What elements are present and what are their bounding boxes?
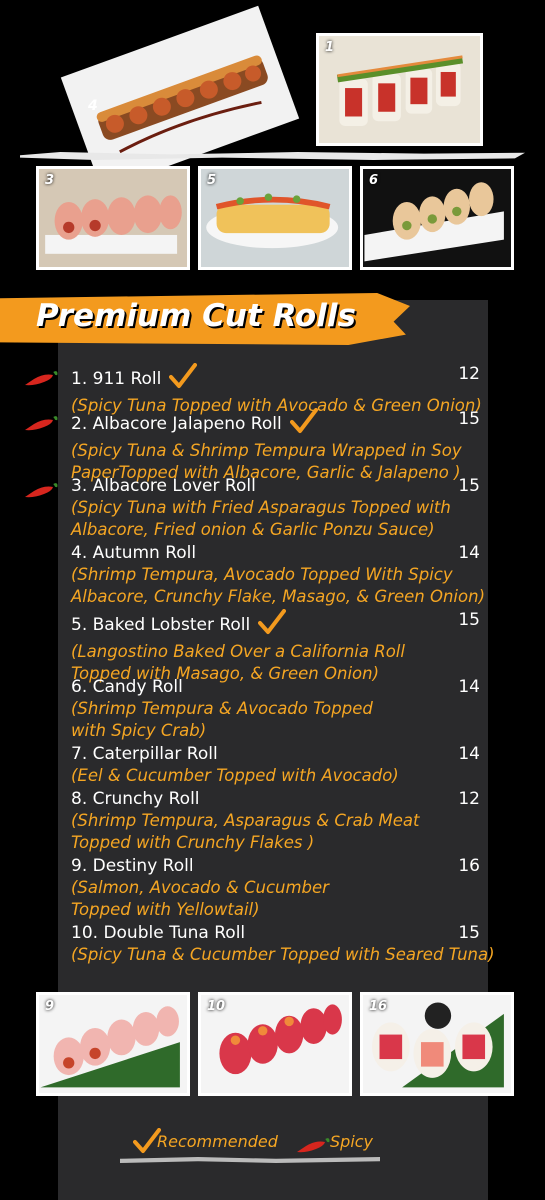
photo-roll-1: 1 — [316, 33, 483, 146]
item-name-text: 9. Destiny Roll — [71, 856, 194, 876]
item-description: (Langostino Baked Over a California Roll — [71, 642, 405, 661]
item-description: (Spicy Tuna with Fried Asparagus Topped … — [71, 498, 451, 517]
item-description: Topped with Yellowtail) — [71, 900, 260, 919]
recommended-check-icon — [289, 408, 318, 440]
photo-roll-3: 3 — [36, 166, 190, 270]
item-name: 4. Autumn Roll — [71, 542, 485, 564]
item-name-text: 10. Double Tuna Roll — [71, 923, 246, 943]
spicy-pepper-icon — [24, 481, 58, 505]
item-name: 1. 911 Roll — [71, 363, 485, 395]
menu-item: 7. Caterpillar Roll 14 (Eel & Cucumber Top… — [71, 743, 485, 787]
item-description: Albacore, Fried onion & Garlic Ponzu Sau… — [71, 520, 435, 539]
menu-item: 4. Autumn Roll 14 (Shrimp Tempura, Avocado… — [71, 542, 485, 608]
item-name: 2. Albacore Jalapeno Roll — [71, 408, 485, 440]
photo-label-3: 3 — [45, 173, 55, 188]
item-price: 15 — [458, 409, 480, 429]
photo-roll-6: 6 — [360, 166, 514, 270]
item-price: 12 — [458, 364, 480, 384]
photo-label-4: 4 — [88, 98, 98, 114]
item-price: 14 — [458, 744, 480, 764]
legend-pepper-icon — [296, 1136, 330, 1160]
item-price: 12 — [458, 789, 480, 809]
photo-label-5: 5 — [207, 173, 217, 188]
menu-item: 9. Destiny Roll 16 (Salmon, Avocado & Cucu… — [71, 855, 485, 921]
item-name-text: 2. Albacore Jalapeno Roll — [71, 414, 282, 434]
item-name: 5. Baked Lobster Roll — [71, 609, 485, 641]
sushi-image — [206, 193, 339, 249]
recommended-check-icon — [258, 609, 287, 641]
sushi-image — [45, 195, 182, 254]
sushi-image — [40, 1006, 180, 1088]
item-name: 9. Destiny Roll — [71, 855, 485, 877]
item-name-text: 7. Caterpillar Roll — [71, 744, 218, 764]
item-description: Topped with Crunchy Flakes ) — [71, 833, 315, 852]
photo-roll-10: 10 — [198, 992, 352, 1096]
photo-label-6: 6 — [369, 173, 379, 188]
menu-item: 10. Double Tuna Roll 15 (Spicy Tuna & Cucu… — [71, 922, 495, 966]
item-name: 8. Crunchy Roll — [71, 788, 485, 810]
item-price: 15 — [458, 610, 480, 630]
sushi-image — [336, 55, 464, 126]
item-name: 6. Candy Roll — [71, 676, 485, 698]
item-name-text: 8. Crunchy Roll — [71, 789, 200, 809]
photo-label-1: 1 — [325, 40, 335, 55]
menu-item: 8. Crunchy Roll 12 (Shrimp Tempura, Aspara… — [71, 788, 485, 854]
brush-divider — [20, 152, 525, 160]
item-name: 10. Double Tuna Roll — [71, 922, 485, 944]
recommended-check-icon — [169, 363, 198, 395]
spicy-pepper-icon — [24, 414, 58, 438]
photo-label-16: 16 — [369, 999, 388, 1014]
spicy-pepper-icon — [24, 369, 58, 393]
item-description: with Spicy Crab) — [71, 721, 207, 740]
item-description: (Spicy Tuna & Shrimp Tempura Wrapped in … — [71, 441, 462, 460]
item-name-text: 6. Candy Roll — [71, 677, 183, 697]
item-name-text: 3. Albacore Lover Roll — [71, 476, 256, 496]
item-description: (Eel & Cucumber Topped with Avocado) — [71, 766, 399, 785]
sushi-image — [364, 182, 504, 262]
item-description: (Salmon, Avocado & Cucumber — [71, 878, 329, 897]
menu-item: 2. Albacore Jalapeno Roll 15 (Spicy Tuna &… — [71, 408, 485, 484]
item-name-text: 4. Autumn Roll — [71, 543, 197, 563]
item-description: (Spicy Tuna & Cucumber Topped with Seare… — [71, 945, 495, 964]
section-title: Premium Cut Rolls — [36, 298, 356, 334]
item-name: 3. Albacore Lover Roll — [71, 475, 485, 497]
menu-item: 5. Baked Lobster Roll 15 (Langostino Baked… — [71, 609, 485, 685]
menu-item: 3. Albacore Lover Roll 15 (Spicy Tuna with… — [71, 475, 485, 541]
photo-roll-9: 9 — [36, 992, 190, 1096]
item-name-text: 5. Baked Lobster Roll — [71, 615, 251, 635]
photo-roll-5: 5 — [198, 166, 352, 270]
menu-item: 6. Candy Roll 14 (Shrimp Tempura & Avocado… — [71, 676, 485, 742]
item-price: 14 — [458, 677, 480, 697]
item-price: 15 — [458, 476, 480, 496]
legend-recommended: Recommended — [157, 1132, 278, 1151]
item-price: 16 — [458, 856, 480, 876]
item-price: 15 — [458, 923, 480, 943]
legend-spicy: Spicy — [330, 1132, 374, 1151]
photo-label-9: 9 — [45, 999, 55, 1014]
item-description: (Shrimp Tempura & Avocado Topped — [71, 699, 373, 718]
photo-roll-16: 16 — [360, 992, 514, 1096]
photo-label-10: 10 — [207, 999, 226, 1014]
item-description: (Shrimp Tempura, Asparagus & Crab Meat — [71, 811, 420, 830]
item-description: (Shrimp Tempura, Avocado Topped With Spi… — [71, 565, 453, 584]
item-name: 7. Caterpillar Roll — [71, 743, 485, 765]
item-price: 14 — [458, 543, 480, 563]
item-description: Albacore, Crunchy Flake, Masago, & Green… — [71, 587, 486, 606]
item-name-text: 1. 911 Roll — [71, 369, 162, 389]
